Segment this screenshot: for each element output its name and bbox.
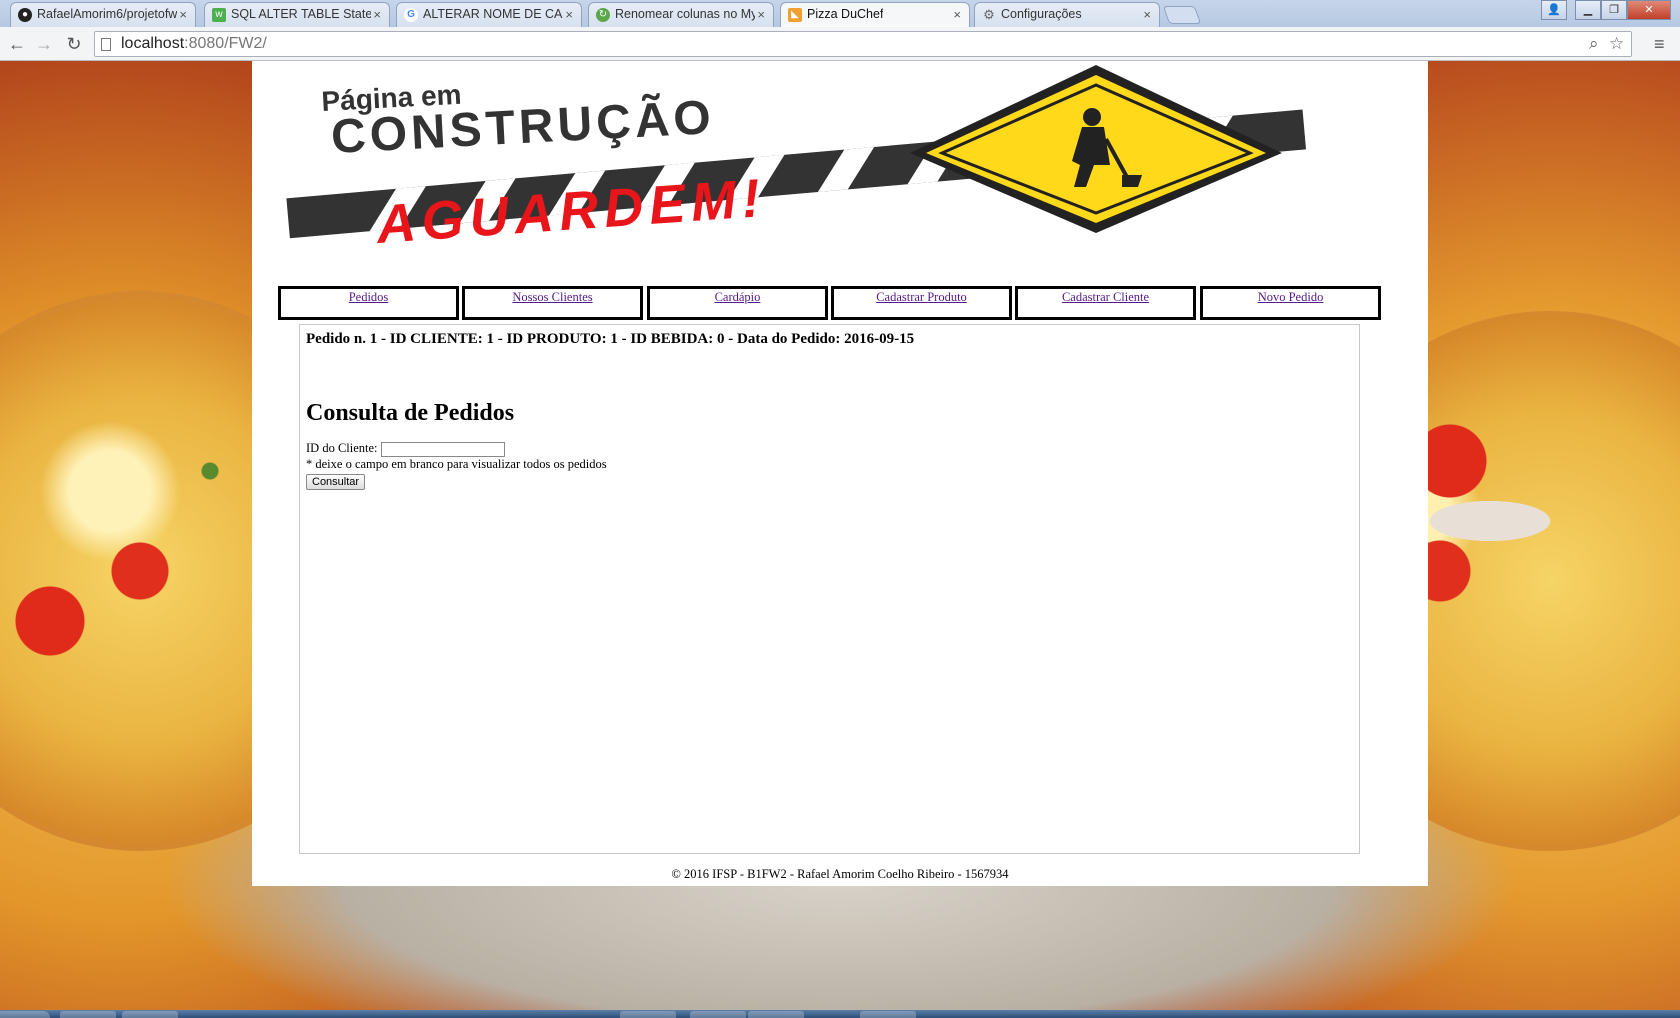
forward-arrow-icon[interactable]: → [33, 33, 55, 55]
close-icon[interactable]: × [179, 3, 187, 26]
url-path: :8080/FW2/ [184, 35, 267, 52]
nav-link-pedidos[interactable]: Pedidos [349, 290, 389, 304]
browser-tab-4[interactable]: ↻ Renomear colunas no MyS × [588, 2, 774, 27]
reload-icon[interactable]: ↻ [63, 33, 85, 55]
page-viewport: Página em CONSTRUÇÃO AGUARDEM! Pedidos N… [0, 61, 1680, 1010]
menu-icon[interactable]: ≡ [1654, 33, 1670, 55]
nav-link-cardapio[interactable]: Cardápio [715, 290, 761, 304]
order-summary: Pedido n. 1 - ID CLIENTE: 1 - ID PRODUTO… [306, 331, 915, 347]
nav-link-cadastrar-produto[interactable]: Cadastrar Produto [876, 290, 967, 304]
taskbar-item[interactable] [122, 1011, 178, 1018]
browser-tab-1[interactable]: ● RafaelAmorim6/projetofw × [10, 2, 196, 27]
consultar-button[interactable]: Consultar [306, 473, 366, 490]
browser-tab-5[interactable]: ◣ Pizza DuChef × [780, 2, 970, 27]
taskbar-item[interactable] [60, 1011, 116, 1018]
zoom-icon[interactable]: ⌕ [1589, 34, 1599, 54]
browser-tab-3[interactable]: G ALTERAR NOME DE CAMP × [396, 2, 582, 27]
taskbar-item[interactable] [690, 1011, 746, 1018]
nav-item-novo-pedido: Novo Pedido [1200, 286, 1381, 320]
form-hint: * deixe o campo em branco para visualiza… [306, 456, 607, 471]
minimize-button[interactable]: ▁ [1575, 0, 1601, 20]
client-id-row: ID do Cliente: [306, 441, 1353, 457]
address-bar[interactable]: localhost:8080/FW2/ ⌕ ☆ [94, 31, 1632, 57]
restore-button[interactable]: ❐ [1601, 0, 1627, 20]
tab-title: ALTERAR NOME DE CAMP [423, 7, 563, 21]
tab-title: Pizza DuChef [807, 7, 884, 21]
url-host: localhost [121, 35, 185, 52]
nav-link-novo-pedido[interactable]: Novo Pedido [1258, 290, 1324, 304]
construction-sign-icon [910, 65, 1282, 233]
page-icon [101, 38, 111, 51]
under-construction-image: Página em CONSTRUÇÃO AGUARDEM! [286, 65, 1307, 255]
new-tab-button[interactable] [1162, 6, 1202, 24]
nav-item-cadastrar-cliente: Cadastrar Cliente [1015, 286, 1196, 320]
nav-link-cadastrar-cliente[interactable]: Cadastrar Cliente [1062, 290, 1149, 304]
browser-tab-6[interactable]: ⚙ Configurações × [974, 2, 1160, 27]
client-id-input[interactable] [380, 441, 505, 457]
nav-item-cardapio: Cardápio [647, 286, 828, 320]
taskbar-item[interactable] [748, 1011, 804, 1018]
os-taskbar [0, 1010, 1680, 1018]
nav-item-pedidos: Pedidos [278, 286, 459, 320]
nav-link-nossos-clientes[interactable]: Nossos Clientes [512, 290, 592, 304]
back-arrow-icon[interactable]: ← [6, 33, 28, 55]
star-icon[interactable]: ☆ [1609, 34, 1624, 54]
google-icon: G [404, 8, 418, 22]
gear-icon: ⚙ [983, 7, 995, 22]
w3schools-icon: w [212, 8, 226, 22]
tab-title: SQL ALTER TABLE Stateme [231, 7, 371, 21]
tab-title: Configurações [1001, 7, 1082, 21]
start-button[interactable] [0, 1011, 50, 1018]
close-icon[interactable]: × [953, 3, 961, 26]
page-title: Consulta de Pedidos [306, 400, 515, 426]
browser-tab-2[interactable]: w SQL ALTER TABLE Stateme × [204, 2, 390, 27]
refresh-icon: ↻ [596, 8, 610, 22]
browser-tabstrip: ● RafaelAmorim6/projetofw × w SQL ALTER … [0, 0, 1680, 27]
site-container: Página em CONSTRUÇÃO AGUARDEM! Pedidos N… [252, 61, 1428, 886]
main-nav: Pedidos Nossos Clientes Cardápio Cadastr… [278, 286, 1382, 320]
nav-item-nossos-clientes: Nossos Clientes [462, 286, 643, 320]
content-panel: Pedido n. 1 - ID CLIENTE: 1 - ID PRODUTO… [299, 324, 1360, 854]
close-icon[interactable]: × [757, 3, 765, 26]
pizza-icon: ◣ [788, 8, 802, 22]
user-icon[interactable]: 👤 [1541, 0, 1567, 20]
under-construction-banner: Página em CONSTRUÇÃO AGUARDEM! [286, 61, 1406, 261]
close-icon[interactable]: × [565, 3, 573, 26]
banner-line3: AGUARDEM! [373, 168, 768, 255]
page-footer: © 2016 IFSP - B1FW2 - Rafael Amorim Coel… [671, 867, 1009, 881]
url-text[interactable]: localhost:8080/FW2/ [121, 32, 267, 56]
taskbar-item[interactable] [620, 1011, 676, 1018]
nav-item-cadastrar-produto: Cadastrar Produto [831, 286, 1012, 320]
github-icon: ● [18, 8, 32, 22]
client-id-label: ID do Cliente: [306, 441, 378, 455]
taskbar-item[interactable] [860, 1011, 916, 1018]
close-icon[interactable]: × [1143, 3, 1151, 26]
close-window-button[interactable]: ✕ [1627, 0, 1671, 20]
tab-title: Renomear colunas no MyS [615, 7, 755, 21]
browser-toolbar: ← → ↻ localhost:8080/FW2/ ⌕ ☆ ≡ [0, 27, 1680, 61]
tab-title: RafaelAmorim6/projetofw [37, 7, 177, 21]
close-icon[interactable]: × [373, 3, 381, 26]
